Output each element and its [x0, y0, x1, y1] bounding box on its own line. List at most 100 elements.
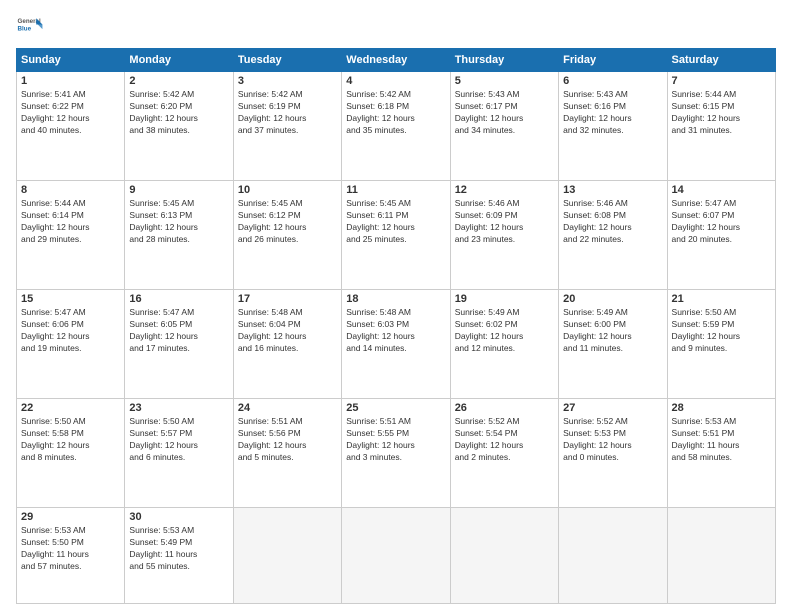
- table-row: 10 Sunrise: 5:45 AM Sunset: 6:12 PM Dayli…: [233, 181, 341, 290]
- day-info: Sunrise: 5:50 AM Sunset: 5:59 PM Dayligh…: [672, 307, 771, 355]
- day-number: 15: [21, 293, 120, 305]
- day-number: 30: [129, 511, 228, 523]
- day-number: 19: [455, 293, 554, 305]
- day-number: 14: [672, 184, 771, 196]
- table-row: 19 Sunrise: 5:49 AM Sunset: 6:02 PM Dayli…: [450, 290, 558, 399]
- day-number: 27: [563, 402, 662, 414]
- header: General Blue: [16, 12, 776, 40]
- day-info: Sunrise: 5:48 AM Sunset: 6:03 PM Dayligh…: [346, 307, 445, 355]
- table-row: 29 Sunrise: 5:53 AM Sunset: 5:50 PM Dayli…: [17, 508, 125, 604]
- day-number: 24: [238, 402, 337, 414]
- svg-text:Blue: Blue: [18, 26, 32, 33]
- table-row: 9 Sunrise: 5:45 AM Sunset: 6:13 PM Daylig…: [125, 181, 233, 290]
- day-number: 1: [21, 75, 120, 87]
- day-number: 5: [455, 75, 554, 87]
- table-row: 25Sunrise: 5:51 AM Sunset: 5:55 PM Dayli…: [342, 399, 450, 508]
- day-info: Sunrise: 5:46 AM Sunset: 6:08 PM Dayligh…: [563, 198, 662, 246]
- day-info: Sunrise: 5:42 AM Sunset: 6:18 PM Dayligh…: [346, 89, 445, 137]
- table-row: 24 Sunrise: 5:51 AM Sunset: 5:56 PM Dayli…: [233, 399, 341, 508]
- day-info: Sunrise: 5:43 AM Sunset: 6:16 PM Dayligh…: [563, 89, 662, 137]
- table-row: 4 Sunrise: 5:42 AM Sunset: 6:18 PM Daylig…: [342, 72, 450, 181]
- day-number: 4: [346, 75, 445, 87]
- day-info: Sunrise: 5:52 AM Sunset: 5:54 PM Dayligh…: [455, 416, 554, 464]
- day-info: Sunrise: 5:42 AM Sunset: 6:20 PM Dayligh…: [129, 89, 228, 137]
- table-row: 18Sunrise: 5:48 AM Sunset: 6:03 PM Dayli…: [342, 290, 450, 399]
- table-row: 6 Sunrise: 5:43 AM Sunset: 6:16 PM Daylig…: [559, 72, 667, 181]
- day-info: Sunrise: 5:44 AM Sunset: 6:15 PM Dayligh…: [672, 89, 771, 137]
- day-info: Sunrise: 5:43 AM Sunset: 6:17 PM Dayligh…: [455, 89, 554, 137]
- col-thursday: Thursday: [450, 49, 558, 72]
- day-info: Sunrise: 5:44 AM Sunset: 6:14 PM Dayligh…: [21, 198, 120, 246]
- day-number: 11: [346, 184, 445, 196]
- day-number: 23: [129, 402, 228, 414]
- day-info: Sunrise: 5:45 AM Sunset: 6:12 PM Dayligh…: [238, 198, 337, 246]
- day-number: 8: [21, 184, 120, 196]
- table-row: 30 Sunrise: 5:53 AM Sunset: 5:49 PM Dayli…: [125, 508, 233, 604]
- day-info: Sunrise: 5:49 AM Sunset: 6:02 PM Dayligh…: [455, 307, 554, 355]
- day-info: Sunrise: 5:53 AM Sunset: 5:51 PM Dayligh…: [672, 416, 771, 464]
- calendar-week-row: 29 Sunrise: 5:53 AM Sunset: 5:50 PM Dayli…: [17, 508, 776, 604]
- day-number: 22: [21, 402, 120, 414]
- table-row: 7 Sunrise: 5:44 AM Sunset: 6:15 PM Daylig…: [667, 72, 775, 181]
- day-number: 29: [21, 511, 120, 523]
- day-info: Sunrise: 5:53 AM Sunset: 5:50 PM Dayligh…: [21, 525, 120, 573]
- table-row: 21 Sunrise: 5:50 AM Sunset: 5:59 PM Dayli…: [667, 290, 775, 399]
- table-row: [233, 508, 341, 604]
- day-number: 12: [455, 184, 554, 196]
- day-info: Sunrise: 5:52 AM Sunset: 5:53 PM Dayligh…: [563, 416, 662, 464]
- day-info: Sunrise: 5:49 AM Sunset: 6:00 PM Dayligh…: [563, 307, 662, 355]
- day-info: Sunrise: 5:48 AM Sunset: 6:04 PM Dayligh…: [238, 307, 337, 355]
- table-row: 23 Sunrise: 5:50 AM Sunset: 5:57 PM Dayli…: [125, 399, 233, 508]
- day-number: 2: [129, 75, 228, 87]
- table-row: 28 Sunrise: 5:53 AM Sunset: 5:51 PM Dayli…: [667, 399, 775, 508]
- logo-icon: General Blue: [16, 12, 44, 40]
- day-number: 20: [563, 293, 662, 305]
- day-info: Sunrise: 5:51 AM Sunset: 5:55 PM Dayligh…: [346, 416, 445, 464]
- table-row: 12 Sunrise: 5:46 AM Sunset: 6:09 PM Dayli…: [450, 181, 558, 290]
- day-info: Sunrise: 5:50 AM Sunset: 5:58 PM Dayligh…: [21, 416, 120, 464]
- day-info: Sunrise: 5:41 AM Sunset: 6:22 PM Dayligh…: [21, 89, 120, 137]
- calendar-week-row: 1 Sunrise: 5:41 AM Sunset: 6:22 PM Daylig…: [17, 72, 776, 181]
- table-row: [342, 508, 450, 604]
- day-info: Sunrise: 5:45 AM Sunset: 6:13 PM Dayligh…: [129, 198, 228, 246]
- day-number: 10: [238, 184, 337, 196]
- table-row: 27 Sunrise: 5:52 AM Sunset: 5:53 PM Dayli…: [559, 399, 667, 508]
- calendar-week-row: 8 Sunrise: 5:44 AM Sunset: 6:14 PM Daylig…: [17, 181, 776, 290]
- day-info: Sunrise: 5:47 AM Sunset: 6:07 PM Dayligh…: [672, 198, 771, 246]
- day-info: Sunrise: 5:50 AM Sunset: 5:57 PM Dayligh…: [129, 416, 228, 464]
- day-number: 3: [238, 75, 337, 87]
- calendar-header-row: Sunday Monday Tuesday Wednesday Thursday…: [17, 49, 776, 72]
- day-info: Sunrise: 5:46 AM Sunset: 6:09 PM Dayligh…: [455, 198, 554, 246]
- table-row: 17Sunrise: 5:48 AM Sunset: 6:04 PM Dayli…: [233, 290, 341, 399]
- col-tuesday: Tuesday: [233, 49, 341, 72]
- day-info: Sunrise: 5:47 AM Sunset: 6:05 PM Dayligh…: [129, 307, 228, 355]
- day-info: Sunrise: 5:51 AM Sunset: 5:56 PM Dayligh…: [238, 416, 337, 464]
- table-row: 8 Sunrise: 5:44 AM Sunset: 6:14 PM Daylig…: [17, 181, 125, 290]
- table-row: 1 Sunrise: 5:41 AM Sunset: 6:22 PM Daylig…: [17, 72, 125, 181]
- table-row: 20 Sunrise: 5:49 AM Sunset: 6:00 PM Dayli…: [559, 290, 667, 399]
- col-monday: Monday: [125, 49, 233, 72]
- day-number: 21: [672, 293, 771, 305]
- table-row: 26Sunrise: 5:52 AM Sunset: 5:54 PM Dayli…: [450, 399, 558, 508]
- table-row: 15Sunrise: 5:47 AM Sunset: 6:06 PM Dayli…: [17, 290, 125, 399]
- col-wednesday: Wednesday: [342, 49, 450, 72]
- day-info: Sunrise: 5:45 AM Sunset: 6:11 PM Dayligh…: [346, 198, 445, 246]
- day-info: Sunrise: 5:42 AM Sunset: 6:19 PM Dayligh…: [238, 89, 337, 137]
- table-row: 16 Sunrise: 5:47 AM Sunset: 6:05 PM Dayli…: [125, 290, 233, 399]
- day-number: 7: [672, 75, 771, 87]
- calendar-week-row: 22 Sunrise: 5:50 AM Sunset: 5:58 PM Dayli…: [17, 399, 776, 508]
- table-row: 5 Sunrise: 5:43 AM Sunset: 6:17 PM Daylig…: [450, 72, 558, 181]
- day-number: 6: [563, 75, 662, 87]
- table-row: 11 Sunrise: 5:45 AM Sunset: 6:11 PM Dayli…: [342, 181, 450, 290]
- calendar-week-row: 15Sunrise: 5:47 AM Sunset: 6:06 PM Dayli…: [17, 290, 776, 399]
- day-info: Sunrise: 5:53 AM Sunset: 5:49 PM Dayligh…: [129, 525, 228, 573]
- day-number: 9: [129, 184, 228, 196]
- col-friday: Friday: [559, 49, 667, 72]
- table-row: [559, 508, 667, 604]
- col-sunday: Sunday: [17, 49, 125, 72]
- day-number: 28: [672, 402, 771, 414]
- table-row: [450, 508, 558, 604]
- day-number: 16: [129, 293, 228, 305]
- table-row: [667, 508, 775, 604]
- table-row: 2 Sunrise: 5:42 AM Sunset: 6:20 PM Daylig…: [125, 72, 233, 181]
